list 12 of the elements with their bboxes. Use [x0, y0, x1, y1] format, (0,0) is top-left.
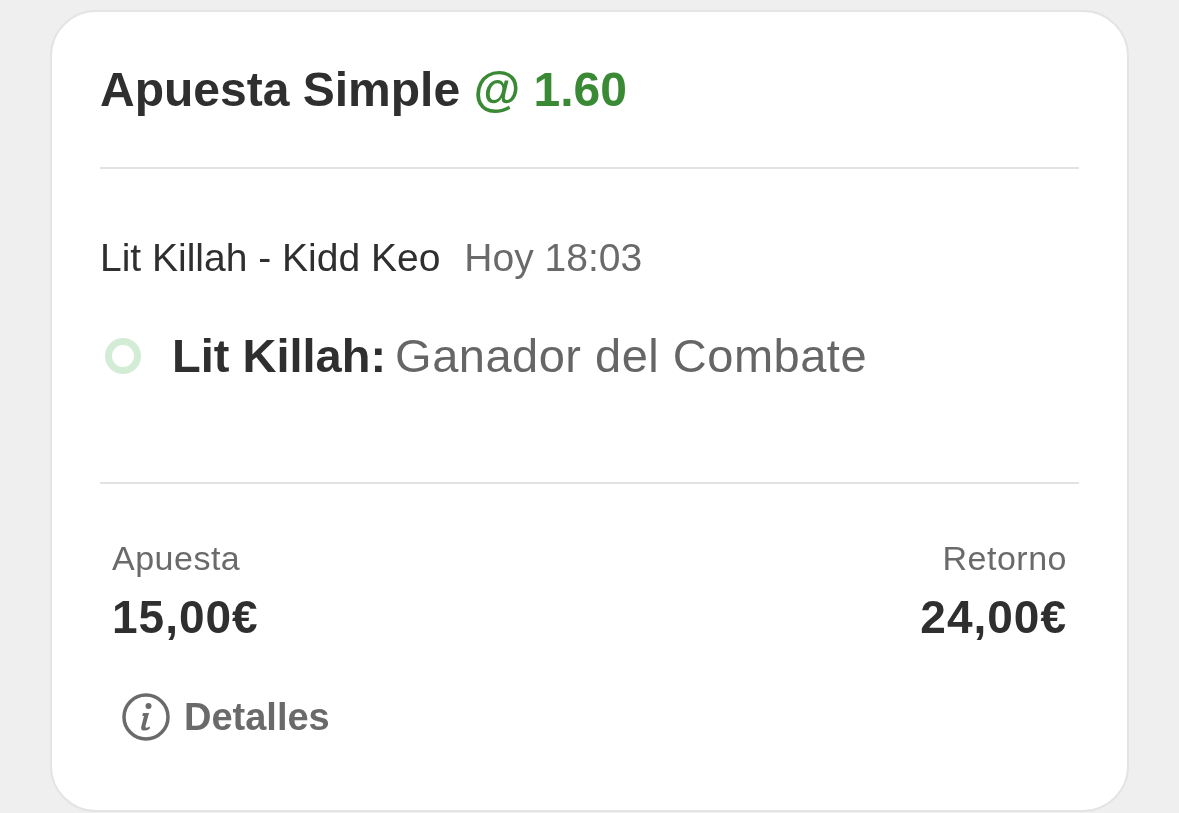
selection-pick: Lit Killah: [172, 329, 387, 383]
details-link[interactable]: Detalles [122, 693, 330, 741]
summary-label: Apuesta [112, 538, 242, 578]
summary-amount: 24,00€ [920, 591, 1067, 643]
bet-title: Apuesta Simple @ 1.60 [100, 62, 627, 118]
info-icon [122, 693, 170, 741]
status-ring-icon [105, 338, 141, 374]
summary-label: Retorno [941, 538, 1067, 578]
event-name: Lit Killah - Kidd Keo [100, 235, 441, 281]
summary-amount: 15,00€ [112, 591, 259, 643]
selection-market: Ganador del Combate [395, 329, 868, 383]
event-time: Hoy 18:03 [464, 235, 643, 281]
